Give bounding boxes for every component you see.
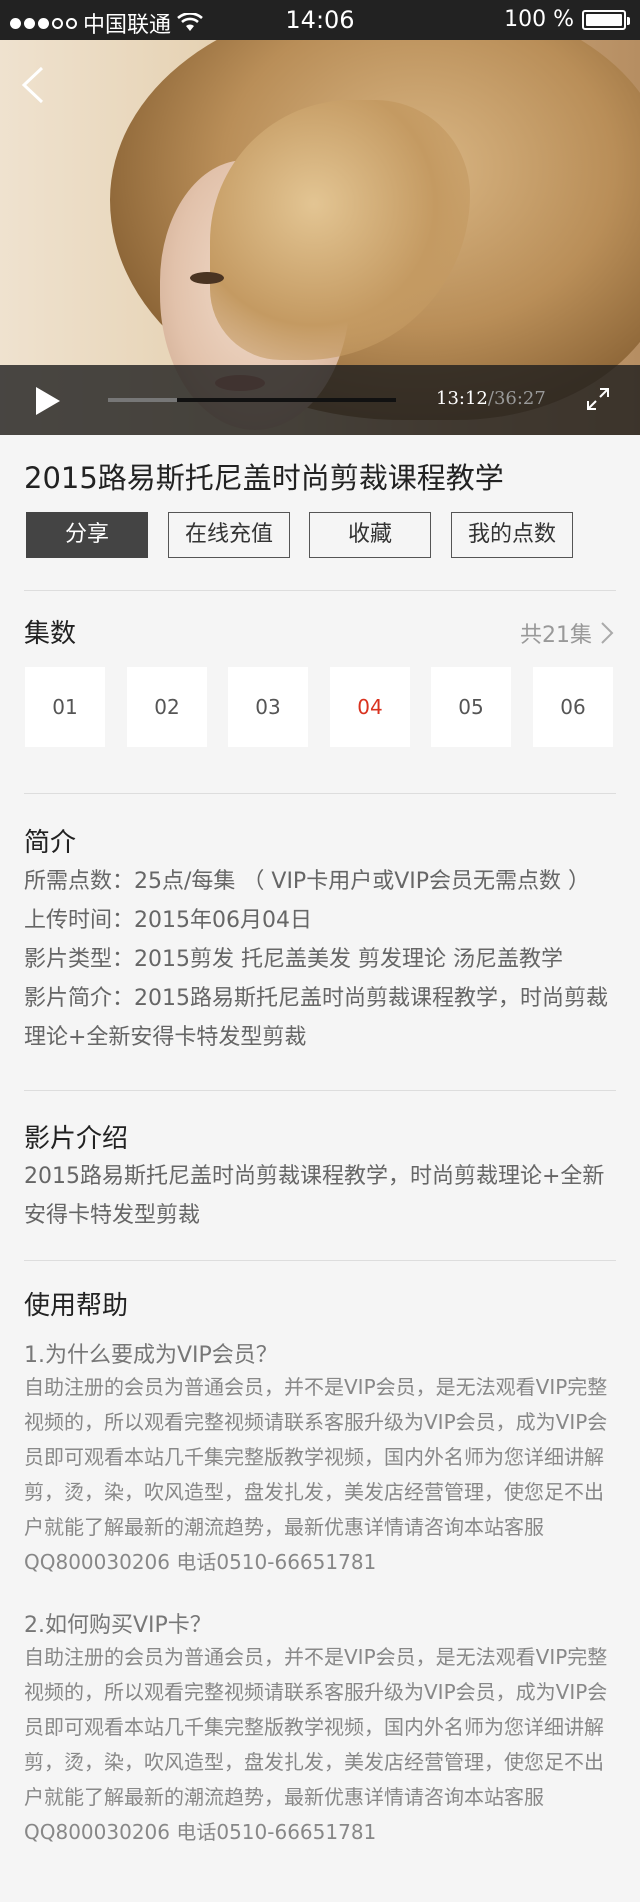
- episode-item[interactable]: 01: [25, 667, 105, 747]
- help-question: 2.如何购买VIP卡？: [24, 1613, 212, 1638]
- divider: [24, 793, 616, 794]
- help-answer: 自助注册的会员为普通会员，并不是VIP会员，是无法观看VIP完整视频的，所以观看…: [24, 1645, 608, 1844]
- video-frame-eye: [190, 272, 224, 284]
- total-time: 36:27: [493, 388, 546, 409]
- play-button[interactable]: [32, 385, 62, 417]
- player-controls: 13:12/36:27: [0, 365, 640, 435]
- video-title: 2015路易斯托尼盖时尚剪裁课程教学: [24, 461, 504, 495]
- progress-bar[interactable]: [108, 398, 396, 402]
- share-button[interactable]: 分享: [26, 512, 148, 558]
- time-display: 13:12/36:27: [436, 388, 546, 409]
- battery-icon: [582, 9, 630, 30]
- fullscreen-icon: [587, 388, 609, 410]
- status-bar: 中国联通 14:06 100 %: [0, 0, 640, 40]
- divider: [24, 1090, 616, 1091]
- chevron-left-icon: [21, 66, 44, 104]
- help-heading: 使用帮助: [24, 1291, 129, 1321]
- intro-details: 所需点数：25点/每集 （ VIP卡用户或VIP会员无需点数 ） 上传时间：20…: [24, 862, 616, 1057]
- episodes-total: 共21集: [520, 623, 592, 648]
- back-button[interactable]: [18, 60, 58, 110]
- episode-item[interactable]: 05: [431, 667, 511, 747]
- progress-fill: [108, 398, 178, 402]
- film-intro-heading: 影片介绍: [24, 1124, 129, 1154]
- episodes-total-link[interactable]: 共21集: [520, 617, 614, 649]
- intro-heading: 简介: [24, 828, 77, 858]
- film-type: 影片类型：2015剪发 托尼盖美发 剪发理论 汤尼盖教学: [24, 947, 563, 972]
- video-player[interactable]: 13:12/36:27: [0, 40, 640, 435]
- episode-item[interactable]: 03: [228, 667, 308, 747]
- episode-item-current[interactable]: 04: [330, 667, 410, 747]
- help-question: 1.为什么要成为VIP会员？: [24, 1343, 278, 1368]
- film-summary: 影片简介：2015路易斯托尼盖时尚剪裁课程教学，时尚剪裁理论+全新安得卡特发型剪…: [24, 986, 608, 1050]
- play-icon: [36, 387, 60, 415]
- battery-percent: 100 %: [504, 7, 574, 32]
- fullscreen-button[interactable]: [586, 387, 610, 411]
- chevron-right-icon: [601, 622, 614, 644]
- episode-item[interactable]: 02: [127, 667, 207, 747]
- current-time: 13:12: [436, 388, 488, 409]
- episodes-heading: 集数: [24, 619, 77, 649]
- divider: [24, 590, 616, 591]
- recharge-button[interactable]: 在线充值: [168, 512, 290, 558]
- divider: [24, 1260, 616, 1261]
- favorite-button[interactable]: 收藏: [309, 512, 431, 558]
- film-intro-text: 2015路易斯托尼盖时尚剪裁课程教学，时尚剪裁理论+全新安得卡特发型剪裁: [24, 1164, 605, 1228]
- episode-item[interactable]: 06: [533, 667, 613, 747]
- points-required: 所需点数：25点/每集 （ VIP卡用户或VIP会员无需点数 ）: [24, 869, 590, 894]
- help-answer: 自助注册的会员为普通会员，并不是VIP会员，是无法观看VIP完整视频的，所以观看…: [24, 1375, 608, 1574]
- status-right: 100 %: [504, 7, 630, 32]
- my-points-button[interactable]: 我的点数: [451, 512, 573, 558]
- upload-time: 上传时间：2015年06月04日: [24, 908, 312, 933]
